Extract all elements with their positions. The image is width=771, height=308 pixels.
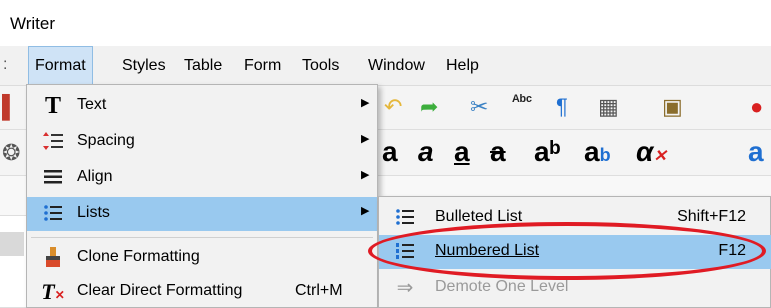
menu-item-label: Clone Formatting — [77, 248, 200, 265]
find-replace-icon[interactable]: ✂ — [470, 96, 488, 118]
toolbar-red-edge-icon[interactable]: ▌ — [2, 96, 18, 118]
bulleted-list-icon — [393, 206, 417, 230]
menu-item-label: Lists — [77, 204, 110, 221]
submenu-item-bulleted-list[interactable]: Bulleted List Shift+F12 — [379, 201, 771, 235]
insert-table-icon[interactable]: ▦ — [598, 96, 619, 118]
font-color-icon[interactable]: a — [748, 138, 764, 166]
lists-icon — [41, 202, 65, 226]
numbered-list-icon — [393, 240, 417, 264]
menu-item-lists[interactable]: Lists ▶ — [27, 197, 377, 231]
menubar-overflow: : — [3, 56, 8, 73]
ruler-corner — [0, 232, 24, 256]
menu-item-clone-formatting[interactable]: Clone Formatting — [27, 241, 377, 275]
menu-item-spacing[interactable]: Spacing ▶ — [27, 125, 377, 159]
window-title: Writer — [10, 14, 56, 33]
title-bar: Writer — [0, 0, 771, 44]
menu-item-label: Align — [77, 168, 113, 185]
submenu-item-label: Demote One Level — [435, 278, 569, 295]
submenu-item-label: Numbered List — [435, 242, 540, 259]
insert-chart-icon[interactable]: ● — [750, 96, 763, 118]
submenu-arrow-icon: ▶ — [361, 133, 370, 145]
menu-styles[interactable]: Styles — [116, 46, 172, 86]
clear-formatting-icon: T✕ — [41, 279, 65, 304]
insert-image-icon[interactable]: ▣ — [662, 96, 683, 118]
submenu-item-label: Bulleted List — [435, 208, 523, 225]
subscript-icon[interactable]: ab — [584, 138, 611, 166]
clear-format-toolbar-icon[interactable]: α✕ — [636, 138, 667, 166]
clone-brush-icon — [41, 246, 65, 270]
styles-icon[interactable]: ❂ — [2, 142, 20, 164]
submenu-item-shortcut: F12 — [718, 242, 746, 259]
demote-arrow-icon: ⇒ — [396, 277, 414, 299]
menu-table[interactable]: Table — [178, 46, 228, 86]
menu-item-clear-direct-formatting[interactable]: T✕ Clear Direct Formatting Ctrl+M — [27, 275, 377, 308]
undo-icon[interactable]: ↶ — [384, 96, 402, 118]
submenu-arrow-icon: ▶ — [361, 205, 370, 217]
menu-window[interactable]: Window — [362, 46, 431, 86]
menu-separator — [31, 237, 373, 238]
menu-bar: : Format Styles Table Form Tools Window … — [0, 46, 771, 86]
menu-format[interactable]: Format — [28, 46, 93, 86]
menu-item-shortcut: Ctrl+M — [295, 282, 343, 299]
text-T-icon: T — [44, 93, 61, 119]
strikethrough-icon[interactable]: a — [490, 138, 506, 166]
menu-help[interactable]: Help — [440, 46, 485, 86]
menu-item-align[interactable]: Align ▶ — [27, 161, 377, 195]
menu-item-text[interactable]: T Text ▶ — [27, 89, 377, 123]
submenu-item-numbered-list[interactable]: Numbered List F12 — [379, 235, 771, 269]
menu-form[interactable]: Form — [238, 46, 287, 86]
lists-submenu: Bulleted List Shift+F12 Numbered List F1… — [378, 196, 771, 308]
bold-icon[interactable]: a — [382, 138, 398, 166]
align-icon — [41, 166, 65, 190]
redo-icon[interactable]: ➦ — [420, 96, 438, 118]
submenu-item-shortcut: Shift+F12 — [677, 208, 746, 225]
italic-icon[interactable]: a — [418, 138, 434, 166]
spellcheck-icon[interactable]: ᴬᵇᶜ — [512, 94, 532, 110]
underline-icon[interactable]: a — [454, 138, 470, 166]
submenu-arrow-icon: ▶ — [361, 169, 370, 181]
submenu-arrow-icon: ▶ — [361, 97, 370, 109]
formatting-marks-icon[interactable]: ¶ — [556, 96, 568, 118]
spacing-icon — [41, 130, 65, 154]
menu-item-label: Spacing — [77, 132, 135, 149]
menu-tools[interactable]: Tools — [296, 46, 345, 86]
menu-item-label: Clear Direct Formatting — [77, 282, 243, 299]
format-menu: T Text ▶ Spacing ▶ Align ▶ Lists ▶ Clone… — [26, 84, 378, 308]
submenu-item-demote-one-level[interactable]: ⇒ Demote One Level — [379, 271, 771, 305]
menu-item-label: Text — [77, 96, 107, 113]
superscript-icon[interactable]: aᵇ — [534, 138, 561, 166]
